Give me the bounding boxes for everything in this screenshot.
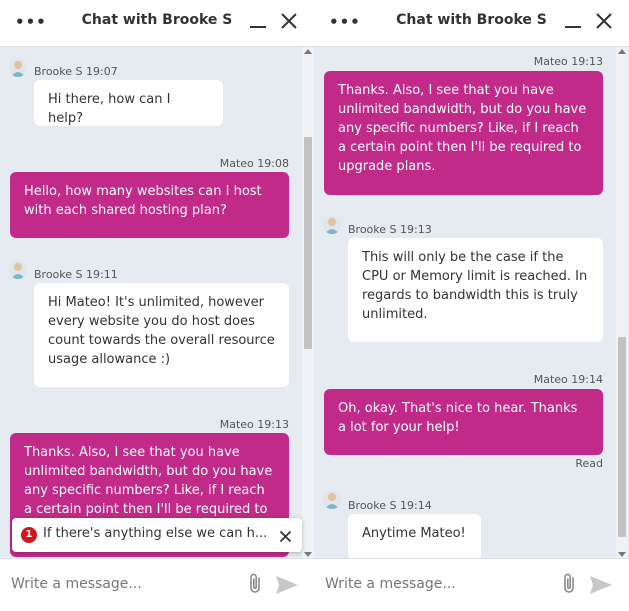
scrollbar-thumb[interactable] xyxy=(618,337,626,537)
message-meta: Brooke S 19:14 xyxy=(348,499,432,512)
user-message: Hello, how many websites can I host with… xyxy=(10,172,289,238)
avatar xyxy=(9,59,27,77)
chat-title: Chat with Brooke S xyxy=(81,12,233,28)
message-composer xyxy=(0,558,314,611)
message-input[interactable] xyxy=(11,576,221,592)
minimize-icon[interactable] xyxy=(250,13,266,31)
chat-window-left: ••• Chat with Brooke S Brooke S 19:07 Hi… xyxy=(0,0,314,611)
user-message: Thanks. Also, I see that you have unlimi… xyxy=(324,71,603,195)
scrollbar[interactable] xyxy=(302,47,314,559)
send-icon[interactable] xyxy=(274,574,300,596)
chat-header: ••• Chat with Brooke S xyxy=(314,0,629,47)
message-meta: Brooke S 19:13 xyxy=(348,223,432,236)
close-icon[interactable] xyxy=(279,528,292,543)
agent-message: This will only be the case if the CPU or… xyxy=(348,238,603,342)
agent-message: Hi there, how can I help? xyxy=(34,80,223,126)
paperclip-icon[interactable] xyxy=(560,573,580,595)
scroll-down-arrow[interactable] xyxy=(304,552,312,557)
user-message: Oh, okay. That's nice to hear. Thanks a … xyxy=(324,389,603,455)
message-meta: Brooke S 19:07 xyxy=(34,65,118,78)
close-icon[interactable] xyxy=(595,12,613,30)
message-list: Mateo 19:13 Thanks. Also, I see that you… xyxy=(314,47,629,560)
chat-header: ••• Chat with Brooke S xyxy=(0,0,314,47)
notification-text[interactable]: If there's anything else we can h... xyxy=(43,526,273,541)
avatar xyxy=(323,491,341,509)
scrollbar[interactable] xyxy=(616,47,628,559)
more-options-icon[interactable]: ••• xyxy=(15,15,47,30)
minimize-icon[interactable] xyxy=(565,13,581,31)
scroll-up-arrow[interactable] xyxy=(618,49,626,54)
message-meta: Mateo 19:13 xyxy=(219,418,289,431)
message-meta: Mateo 19:14 xyxy=(533,373,603,386)
more-options-icon[interactable]: ••• xyxy=(329,15,361,30)
message-composer xyxy=(314,558,629,611)
message-meta: Brooke S 19:11 xyxy=(34,268,118,281)
agent-message: Anytime Mateo! xyxy=(348,514,481,560)
avatar xyxy=(9,261,27,279)
chat-window-right: ••• Chat with Brooke S Mateo 19:13 Thank… xyxy=(314,0,629,611)
read-receipt: Read xyxy=(575,457,603,470)
paperclip-icon[interactable] xyxy=(246,573,266,595)
chat-title: Chat with Brooke S xyxy=(396,12,547,28)
scroll-up-arrow[interactable] xyxy=(304,49,312,54)
agent-message: Hi Mateo! It's unlimited, however every … xyxy=(34,283,289,387)
avatar xyxy=(323,216,341,234)
scrollbar-thumb[interactable] xyxy=(304,137,312,349)
message-meta: Mateo 19:08 xyxy=(219,157,289,170)
scroll-down-arrow[interactable] xyxy=(618,552,626,557)
message-meta: Mateo 19:13 xyxy=(533,55,603,68)
close-icon[interactable] xyxy=(280,12,298,30)
notification-badge: 1 xyxy=(21,527,37,543)
notification-toast[interactable]: 1 If there's anything else we can h... xyxy=(12,518,302,552)
message-input[interactable] xyxy=(325,576,535,592)
message-list: Brooke S 19:07 Hi there, how can I help?… xyxy=(0,47,314,559)
send-icon[interactable] xyxy=(588,574,614,596)
